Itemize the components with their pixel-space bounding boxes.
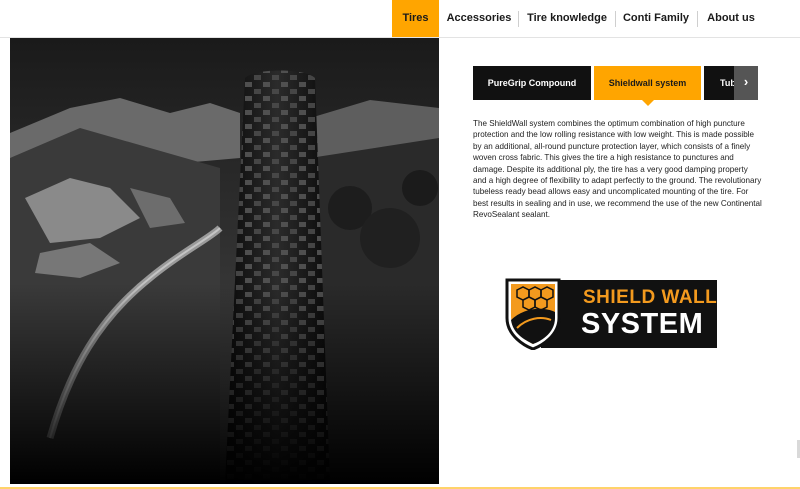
nav-divider [697,11,698,27]
tire-landscape-illustration [10,38,439,484]
feature-description: The ShieldWall system combines the optim… [473,119,762,220]
top-navigation: Tires Accessories Tire knowledge Conti F… [0,0,800,37]
nav-item-conti-family[interactable]: Conti Family [622,0,690,37]
nav-divider [518,11,519,27]
shield-icon [505,278,561,350]
feature-tabs: PureGrip Compound Shieldwall system Tub [473,66,758,100]
logo-text-system: SYSTEM [581,308,704,340]
tabs-next-button[interactable]: › [734,66,758,100]
logo-text-shield-wall: SHIELD WALL [583,287,718,308]
nav-divider [615,11,616,27]
nav-item-tires[interactable]: Tires [392,0,439,37]
tab-puregrip-compound[interactable]: PureGrip Compound [473,66,591,100]
chevron-right-icon: › [743,74,749,89]
nav-item-accessories[interactable]: Accessories [446,0,512,37]
tab-tubeless[interactable]: Tub [704,66,734,100]
nav-item-tire-knowledge[interactable]: Tire knowledge [526,0,608,37]
hero-tire-image [10,38,439,484]
shield-wall-system-logo: SHIELD WALL SYSTEM [503,278,717,350]
nav-item-about-us[interactable]: About us [704,0,758,37]
tab-shieldwall-system[interactable]: Shieldwall system [594,66,701,100]
active-tab-pointer [642,100,654,106]
